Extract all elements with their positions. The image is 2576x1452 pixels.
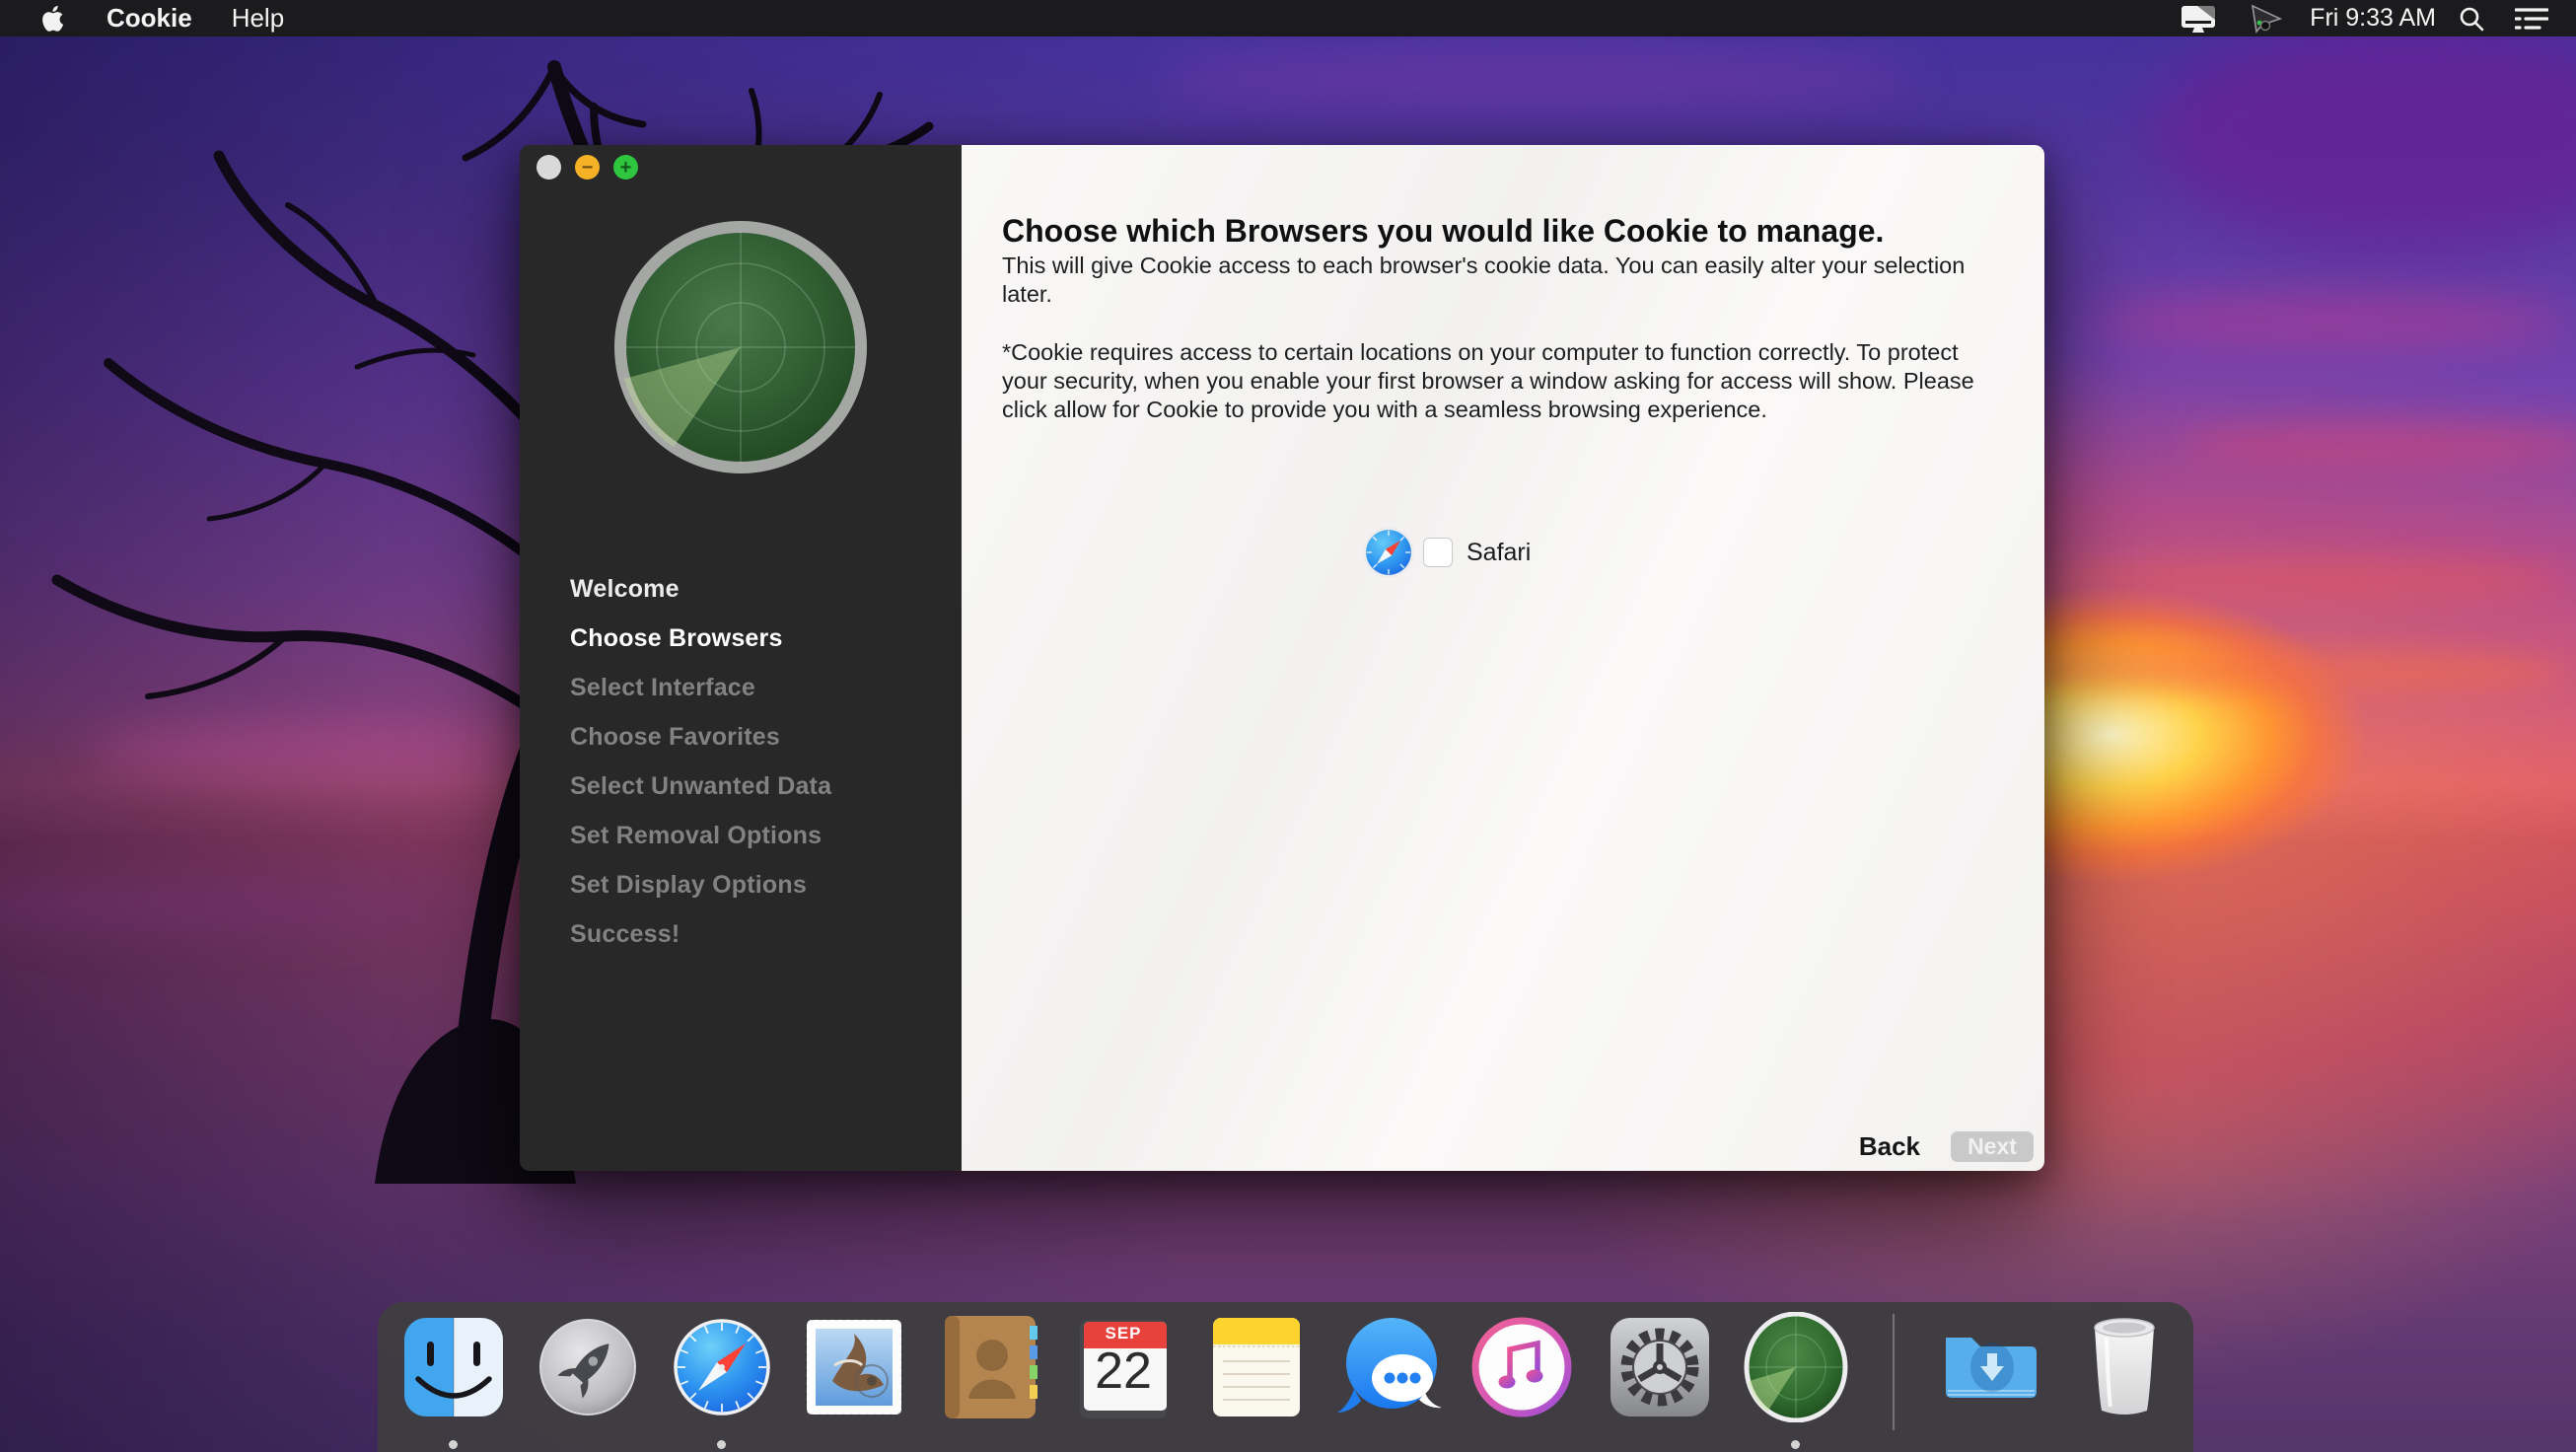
dock-cookie-icon[interactable] [1741, 1312, 1851, 1422]
cloud [2180, 424, 2576, 468]
menubar: Cookie Help Fri 9:33 AM [0, 0, 2576, 36]
dock-finder-icon[interactable] [398, 1312, 509, 1422]
menubar-app-name[interactable]: Cookie [107, 3, 192, 34]
cloud [1164, 47, 1913, 110]
running-dot-safari [717, 1440, 726, 1449]
traffic-lights: − + [537, 155, 638, 180]
safari-checkbox[interactable] [1423, 538, 1453, 567]
dock-itunes-icon[interactable] [1467, 1312, 1577, 1422]
browser-row-safari: Safari [1363, 527, 1531, 578]
zoom-button[interactable]: + [613, 155, 638, 180]
calendar-month-label: SEP [1068, 1324, 1179, 1343]
cloud [1992, 651, 2564, 692]
running-dot-cookie [1791, 1440, 1800, 1449]
apple-icon [40, 5, 64, 33]
dock-contacts-icon[interactable] [935, 1312, 1045, 1422]
spotlight-search-icon[interactable] [2458, 5, 2485, 33]
dock-launchpad-icon[interactable] [533, 1312, 643, 1422]
dock-mail-icon[interactable] [799, 1312, 909, 1422]
cloud [2051, 557, 2564, 603]
back-button[interactable]: Back [1859, 1131, 1920, 1162]
access-note-paragraph: *Cookie requires access to certain locat… [1002, 338, 1993, 424]
step-set-display-options: Set Display Options [570, 860, 831, 909]
safari-icon [1363, 527, 1414, 578]
dock-messages-icon[interactable] [1336, 1312, 1447, 1422]
dock-trash-icon[interactable] [2069, 1312, 2180, 1422]
dock: SEP 22 [378, 1302, 2193, 1452]
dock-system-preferences-icon[interactable] [1605, 1312, 1715, 1422]
next-button[interactable]: Next [1951, 1131, 2034, 1162]
display-mirroring-icon[interactable] [2178, 4, 2219, 34]
dock-safari-icon[interactable] [667, 1312, 777, 1422]
cookie-radar-logo [608, 214, 874, 480]
safari-checkbox-label: Safari [1467, 539, 1531, 567]
dock-separator [1893, 1314, 1895, 1430]
dock-notes-icon[interactable] [1201, 1312, 1312, 1422]
apple-menu[interactable] [39, 4, 65, 34]
menubar-menu-help[interactable]: Help [232, 3, 284, 34]
dock-downloads-icon[interactable] [1936, 1312, 2046, 1422]
wizard-sidebar: − + Welcome Choose Browsers S [520, 145, 962, 1171]
page-title: Choose which Browsers you would like Coo… [1002, 213, 1884, 250]
step-choose-browsers: Choose Browsers [570, 614, 831, 663]
app-status-icon[interactable] [2247, 3, 2286, 35]
cookie-setup-window: − + Welcome Choose Browsers S [520, 145, 2044, 1171]
cloud [2091, 296, 2564, 349]
step-choose-favorites: Choose Favorites [570, 712, 831, 762]
step-select-interface: Select Interface [570, 663, 831, 712]
running-dot-finder [449, 1440, 458, 1449]
close-button[interactable] [537, 155, 561, 180]
step-set-removal-options: Set Removal Options [570, 811, 831, 860]
step-welcome: Welcome [570, 564, 831, 614]
wizard-content: Choose which Browsers you would like Coo… [962, 145, 2044, 1171]
notification-center-icon[interactable] [2515, 6, 2548, 32]
cloud [2150, 20, 2576, 247]
step-success: Success! [570, 909, 831, 959]
description-paragraph: This will give Cookie access to each bro… [1002, 252, 1993, 309]
minimize-button[interactable]: − [575, 155, 600, 180]
wizard-steps: Welcome Choose Browsers Select Interface… [570, 564, 831, 959]
calendar-day-label: 22 [1068, 1342, 1179, 1401]
menubar-clock[interactable]: Fri 9:33 AM [2310, 4, 2436, 33]
dock-calendar-icon[interactable]: SEP 22 [1068, 1312, 1179, 1422]
step-select-unwanted-data: Select Unwanted Data [570, 762, 831, 811]
